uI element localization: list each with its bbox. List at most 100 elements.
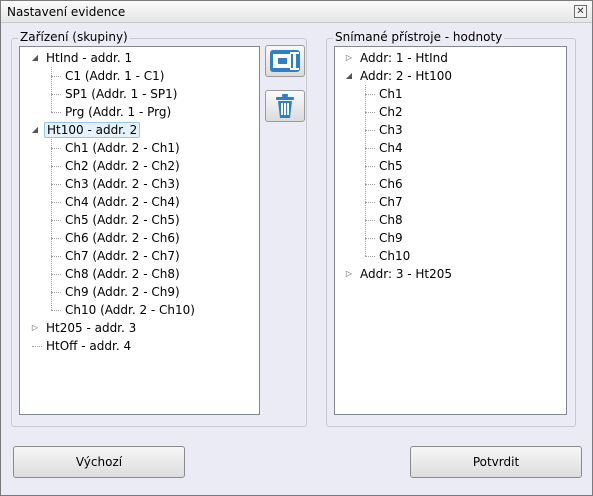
tree-connector bbox=[365, 112, 375, 113]
tree-child-label: Prg (Addr. 1 - Prg) bbox=[65, 105, 172, 119]
tree-connector bbox=[51, 112, 61, 113]
tree-connector bbox=[51, 292, 61, 293]
tree-child-label: Ch1 (Addr. 2 - Ch1) bbox=[65, 141, 180, 155]
tree-child-node[interactable]: Ch3 (Addr. 2 - Ch3) bbox=[63, 175, 182, 193]
values-group-title: Snímané přístroje - hodnoty bbox=[333, 30, 505, 44]
tree-connector bbox=[51, 139, 52, 310]
collapse-arrow-icon[interactable]: ◢ bbox=[30, 121, 40, 139]
tree-connector bbox=[51, 274, 61, 275]
tree-child-label: C1 (Addr. 1 - C1) bbox=[65, 69, 165, 83]
move-to-group-icon bbox=[270, 50, 300, 72]
tree-connector bbox=[365, 184, 375, 185]
tree-child-node[interactable]: Ch7 bbox=[377, 193, 405, 211]
tree-node-label: Ht205 - addr. 3 bbox=[46, 321, 137, 335]
collapse-arrow-icon[interactable]: ◢ bbox=[30, 49, 40, 67]
tree-connector bbox=[51, 94, 61, 95]
tree-node[interactable]: HtOff - addr. 4 bbox=[44, 337, 133, 355]
trash-icon bbox=[276, 94, 294, 118]
tree-child-node[interactable]: SP1 (Addr. 1 - SP1) bbox=[63, 85, 179, 103]
tree-node[interactable]: Addr: 2 - Ht100 bbox=[358, 67, 454, 85]
tree-child-node[interactable]: Ch8 (Addr. 2 - Ch8) bbox=[63, 265, 182, 283]
tree-node[interactable]: HtInd - addr. 1 bbox=[44, 49, 134, 67]
tree-child-node[interactable]: Ch6 (Addr. 2 - Ch6) bbox=[63, 229, 182, 247]
tree-connector bbox=[365, 166, 375, 167]
tree-child-node[interactable]: Ch2 (Addr. 2 - Ch2) bbox=[63, 157, 182, 175]
tree-child-node[interactable]: Ch7 (Addr. 2 - Ch7) bbox=[63, 247, 182, 265]
tree-child-label: Ch8 (Addr. 2 - Ch8) bbox=[65, 267, 180, 281]
tree-child-node[interactable]: Ch2 bbox=[377, 103, 405, 121]
tree-child-label: Ch4 bbox=[379, 141, 403, 155]
tree-connector bbox=[51, 67, 52, 112]
tree-child-label: Ch10 (Addr. 2 - Ch10) bbox=[65, 303, 195, 317]
tree-child-node[interactable]: Ch8 bbox=[377, 211, 405, 229]
tree-child-node[interactable]: Ch1 bbox=[377, 85, 405, 103]
values-tree[interactable]: ▷ Addr: 1 - HtInd ◢ Addr: 2 - Ht100 Ch1 Ch2 Ch… bbox=[334, 46, 567, 415]
expand-arrow-icon[interactable]: ▷ bbox=[30, 319, 40, 337]
tree-child-label: Ch9 (Addr. 2 - Ch9) bbox=[65, 285, 180, 299]
tree-child-label: Ch10 bbox=[379, 249, 411, 263]
tree-connector bbox=[51, 310, 61, 311]
close-button[interactable]: ✕ bbox=[574, 5, 587, 18]
devices-group-title: Zařízení (skupiny) bbox=[18, 30, 130, 44]
tree-child-node[interactable]: Ch4 (Addr. 2 - Ch4) bbox=[63, 193, 182, 211]
dialog-window: Nastavení evidence ✕ Zařízení (skupiny) … bbox=[0, 0, 593, 496]
tree-child-node[interactable]: Ch9 bbox=[377, 229, 405, 247]
tree-node[interactable]: Ht205 - addr. 3 bbox=[44, 319, 138, 337]
tree-child-label: Ch4 (Addr. 2 - Ch4) bbox=[65, 195, 180, 209]
tree-child-node[interactable]: Ch6 bbox=[377, 175, 405, 193]
tree-connector bbox=[365, 148, 375, 149]
tree-connector bbox=[365, 220, 375, 221]
tree-connector bbox=[51, 148, 61, 149]
title-bar: Nastavení evidence ✕ bbox=[1, 1, 592, 23]
tree-child-node[interactable]: C1 (Addr. 1 - C1) bbox=[63, 67, 167, 85]
move-to-group-button[interactable] bbox=[265, 45, 305, 77]
tree-child-label: Ch5 bbox=[379, 159, 403, 173]
tree-child-node[interactable]: Ch5 (Addr. 2 - Ch5) bbox=[63, 211, 182, 229]
confirm-button[interactable]: Potvrdit bbox=[410, 446, 582, 478]
tree-connector bbox=[51, 256, 61, 257]
tree-child-node[interactable]: Ch3 bbox=[377, 121, 405, 139]
tree-child-label: Ch7 bbox=[379, 195, 403, 209]
collapse-arrow-icon[interactable]: ◢ bbox=[344, 67, 354, 85]
tree-connector bbox=[365, 238, 375, 239]
tree-connector bbox=[51, 76, 61, 77]
tree-connector bbox=[365, 94, 375, 95]
tree-child-node[interactable]: Prg (Addr. 1 - Prg) bbox=[63, 103, 173, 121]
tree-connector bbox=[365, 202, 375, 203]
tree-child-label: Ch3 (Addr. 2 - Ch3) bbox=[65, 177, 180, 191]
tree-connector bbox=[51, 184, 61, 185]
tree-child-node[interactable]: Ch10 bbox=[377, 247, 412, 265]
tree-child-label: Ch9 bbox=[379, 231, 403, 245]
tree-node-label: Addr: 2 - Ht100 bbox=[360, 69, 453, 83]
tree-node[interactable]: Ht100 - addr. 2 bbox=[44, 121, 141, 139]
default-button[interactable]: Výchozí bbox=[13, 446, 185, 478]
tree-connector bbox=[51, 202, 61, 203]
tree-node-label: HtOff - addr. 4 bbox=[46, 339, 132, 353]
window-title: Nastavení evidence bbox=[7, 5, 126, 19]
expand-arrow-icon[interactable]: ▷ bbox=[344, 265, 354, 283]
tree-child-label: SP1 (Addr. 1 - SP1) bbox=[65, 87, 178, 101]
tree-child-label: Ch2 bbox=[379, 105, 403, 119]
tree-child-node[interactable]: Ch9 (Addr. 2 - Ch9) bbox=[63, 283, 182, 301]
tree-node[interactable]: Addr: 1 - HtInd bbox=[358, 49, 450, 67]
tree-child-node[interactable]: Ch4 bbox=[377, 139, 405, 157]
tree-child-node[interactable]: Ch1 (Addr. 2 - Ch1) bbox=[63, 139, 182, 157]
devices-tree[interactable]: ◢ HtInd - addr. 1 C1 (Addr. 1 - C1) SP1 (Ad… bbox=[19, 46, 260, 415]
tree-connector bbox=[51, 238, 61, 239]
tree-child-node[interactable]: Ch5 bbox=[377, 157, 405, 175]
tree-child-label: Ch3 bbox=[379, 123, 403, 137]
expand-arrow-icon[interactable]: ▷ bbox=[344, 49, 354, 67]
tree-child-label: Ch6 (Addr. 2 - Ch6) bbox=[65, 231, 180, 245]
tree-child-label: Ch1 bbox=[379, 87, 403, 101]
tree-child-label: Ch2 (Addr. 2 - Ch2) bbox=[65, 159, 180, 173]
tree-child-label: Ch8 bbox=[379, 213, 403, 227]
tree-node-label: Addr: 1 - HtInd bbox=[360, 51, 448, 65]
tree-node-label: Ht100 - addr. 2 bbox=[44, 122, 141, 138]
tree-child-label: Ch7 (Addr. 2 - Ch7) bbox=[65, 249, 180, 263]
tree-connector bbox=[51, 166, 61, 167]
tree-node[interactable]: Addr: 3 - Ht205 bbox=[358, 265, 454, 283]
tree-child-node[interactable]: Ch10 (Addr. 2 - Ch10) bbox=[63, 301, 197, 319]
delete-button[interactable] bbox=[265, 90, 305, 122]
tree-child-label: Ch5 (Addr. 2 - Ch5) bbox=[65, 213, 180, 227]
tree-connector bbox=[365, 85, 366, 256]
